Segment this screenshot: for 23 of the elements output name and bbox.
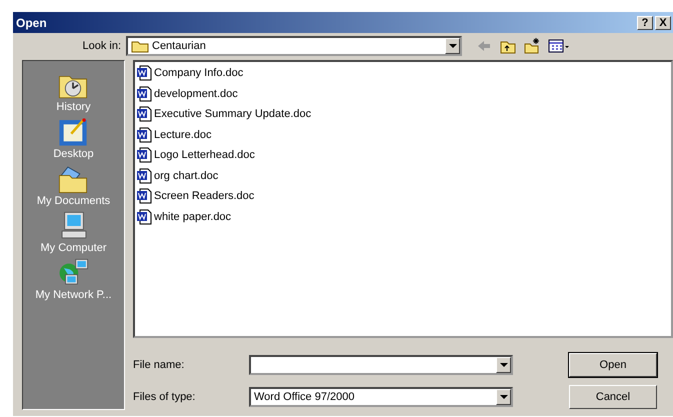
file-item[interactable]: Logo Letterhead.doc [136,145,670,166]
file-item[interactable]: Company Info.doc [136,63,670,84]
file-item[interactable]: development.doc [136,84,670,104]
look-in-dropdown[interactable]: Centaurian [126,36,462,56]
window-title: Open [16,16,47,30]
file-item[interactable]: Screen Readers.doc [136,186,670,206]
open-button[interactable]: Open [569,353,657,377]
places-item[interactable]: Desktop [53,116,94,160]
file-name-label: File name: [133,359,186,371]
places-item[interactable]: My Documents [36,163,110,207]
file-type-dropdown[interactable]: Word Office 97/2000 [249,387,513,407]
file-item[interactable]: org chart.doc [136,166,670,186]
file-item[interactable]: Executive Summary Update.doc [136,104,670,124]
places-item[interactable]: History [56,69,91,113]
file-type-label: Files of type: [133,391,196,403]
help-button[interactable]: ? [637,16,653,30]
file-item[interactable]: white paper.doc [136,206,670,227]
cancel-button[interactable]: Cancel [569,385,657,409]
close-button[interactable]: X [655,16,671,30]
file-item[interactable]: Lecture.doc [136,124,670,145]
places-item[interactable]: My Computer [40,210,107,254]
look-in-label: Look in: [81,40,121,52]
places-item[interactable]: My Network P... [35,257,112,301]
